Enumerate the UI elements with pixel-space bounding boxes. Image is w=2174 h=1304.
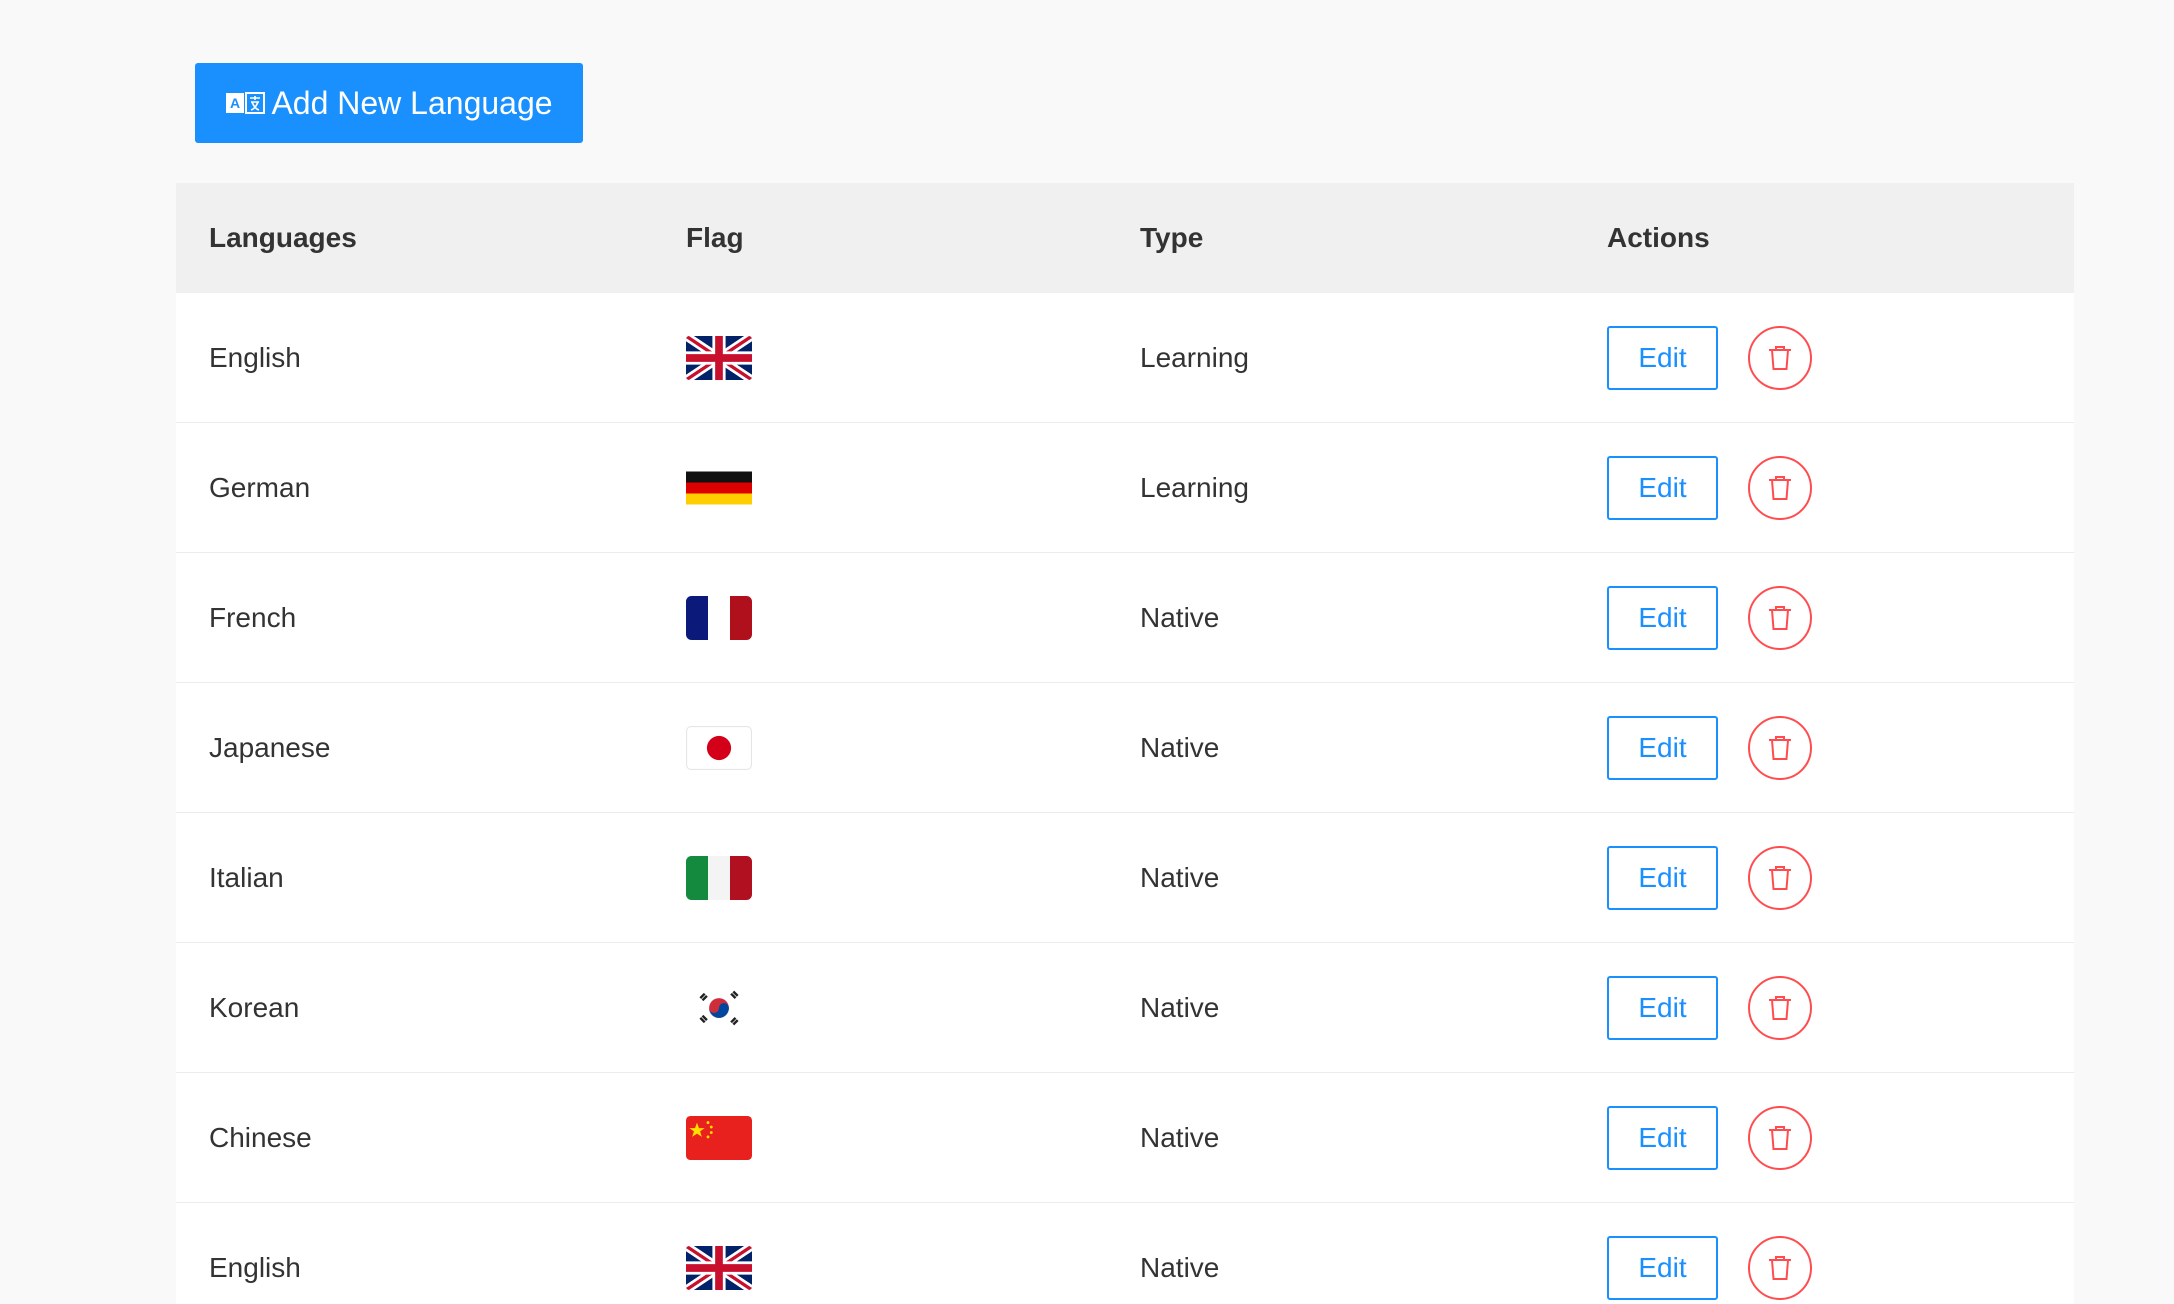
trash-icon (1767, 474, 1793, 502)
header-languages: Languages (209, 222, 357, 253)
uk-flag-icon (686, 335, 752, 381)
germany-flag-icon (686, 465, 752, 511)
table-row: Chinese Native Edit (176, 1073, 2074, 1203)
language-name: Chinese (209, 1121, 312, 1153)
language-type: Native (1140, 731, 1220, 763)
table-row: Japanese Native Edit (176, 683, 2074, 813)
language-type: Native (1140, 991, 1220, 1023)
trash-icon (1767, 864, 1793, 892)
trash-icon (1767, 734, 1793, 762)
add-new-language-label: Add New Language (271, 84, 553, 121)
row-actions: Edit (1607, 715, 1812, 780)
languages-table: Languages Flag Type Actions English Lear… (176, 183, 2074, 1304)
table-row: German Learning Edit (176, 423, 2074, 553)
language-name: Japanese (209, 731, 331, 763)
language-name: French (209, 601, 297, 633)
language-name: Korean (209, 991, 300, 1023)
edit-button[interactable]: Edit (1607, 715, 1718, 780)
trash-icon (1767, 994, 1793, 1022)
delete-button[interactable] (1748, 455, 1812, 520)
trash-icon (1767, 1124, 1793, 1152)
language-type: Native (1140, 1251, 1220, 1283)
language-type: Native (1140, 1121, 1220, 1153)
edit-button[interactable]: Edit (1607, 1105, 1718, 1170)
delete-button[interactable] (1748, 585, 1812, 650)
table-row: English Learning Edit (176, 293, 2074, 423)
row-actions: Edit (1607, 975, 1812, 1040)
italy-flag-icon (686, 855, 752, 901)
korea-flag-icon (686, 985, 752, 1031)
delete-button[interactable] (1748, 975, 1812, 1040)
table-row: Korean Native Edit (176, 943, 2074, 1073)
trash-icon (1767, 1254, 1793, 1282)
trash-icon (1767, 604, 1793, 632)
header-flag: Flag (686, 222, 744, 253)
delete-button[interactable] (1748, 1105, 1812, 1170)
delete-button[interactable] (1748, 325, 1812, 390)
row-actions: Edit (1607, 1105, 1812, 1170)
edit-button[interactable]: Edit (1607, 585, 1718, 650)
japan-flag-icon (686, 725, 752, 771)
language-type: Learning (1140, 341, 1249, 373)
language-type: Native (1140, 861, 1220, 893)
delete-button[interactable] (1748, 715, 1812, 780)
trash-icon (1767, 344, 1793, 372)
row-actions: Edit (1607, 845, 1812, 910)
row-actions: Edit (1607, 325, 1812, 390)
table-header: Languages Flag Type Actions (176, 183, 2074, 293)
edit-button[interactable]: Edit (1607, 1235, 1718, 1300)
edit-button[interactable]: Edit (1607, 845, 1718, 910)
table-row: Italian Native Edit (176, 813, 2074, 943)
table-row: French Native Edit (176, 553, 2074, 683)
language-name: English (209, 341, 301, 373)
header-actions: Actions (1607, 222, 1710, 253)
edit-button[interactable]: Edit (1607, 975, 1718, 1040)
add-new-language-button[interactable]: A Add New Language (195, 63, 583, 143)
translate-icon: A (225, 92, 266, 114)
china-flag-icon (686, 1115, 752, 1161)
svg-text:A: A (230, 95, 240, 111)
language-name: English (209, 1251, 301, 1283)
delete-button[interactable] (1748, 845, 1812, 910)
table-body: English Learning Edit German Learning Ed… (176, 293, 2074, 1304)
language-type: Learning (1140, 471, 1249, 503)
edit-button[interactable]: Edit (1607, 325, 1718, 390)
table-row: English Native Edit (176, 1203, 2074, 1304)
language-name: Italian (209, 861, 284, 893)
row-actions: Edit (1607, 585, 1812, 650)
row-actions: Edit (1607, 455, 1812, 520)
delete-button[interactable] (1748, 1235, 1812, 1300)
row-actions: Edit (1607, 1235, 1812, 1300)
france-flag-icon (686, 595, 752, 641)
language-type: Native (1140, 601, 1220, 633)
uk-flag-icon (686, 1245, 752, 1291)
edit-button[interactable]: Edit (1607, 455, 1718, 520)
header-type: Type (1140, 222, 1204, 253)
language-name: German (209, 471, 311, 503)
